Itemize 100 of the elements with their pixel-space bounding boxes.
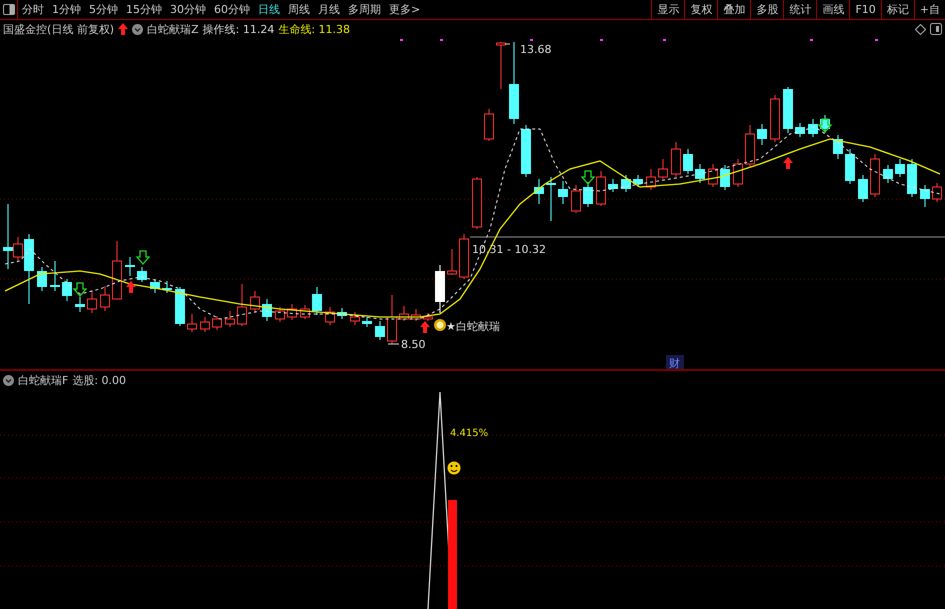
toolbar-button[interactable]: +自 xyxy=(914,0,945,19)
candlestick xyxy=(820,114,830,134)
candlestick xyxy=(757,124,767,146)
period-tab[interactable]: 60分钟 xyxy=(210,0,254,19)
candlestick xyxy=(200,316,210,332)
candlestick xyxy=(225,310,235,328)
candlestick xyxy=(62,278,72,302)
signal-label: ★白蛇献瑞 xyxy=(446,320,500,333)
candlestick xyxy=(484,108,494,142)
candlestick xyxy=(808,118,818,138)
candlestick xyxy=(733,158,743,188)
candlestick xyxy=(175,286,185,326)
candlestick xyxy=(521,124,531,178)
up-arrow-icon xyxy=(118,23,128,36)
candlestick xyxy=(671,142,681,178)
candlestick xyxy=(150,278,160,294)
indicator-name: 白蛇献瑞F xyxy=(18,373,68,388)
panel-toggle-icon[interactable] xyxy=(0,0,18,19)
period-tab[interactable]: 5分钟 xyxy=(85,0,122,19)
period-tab[interactable]: 多周期 xyxy=(344,0,385,19)
candlestick xyxy=(795,122,805,138)
toolbar-button[interactable]: F10 xyxy=(849,0,881,19)
candlestick xyxy=(87,290,97,314)
candlestick xyxy=(596,170,606,206)
candlestick xyxy=(325,306,335,326)
period-tab[interactable]: 30分钟 xyxy=(166,0,210,19)
smiley-icon xyxy=(448,462,460,474)
candlestick xyxy=(435,264,445,314)
low-price-label: 8.50 xyxy=(401,338,426,351)
toolbar-button[interactable]: 标记 xyxy=(880,0,914,19)
period-tab[interactable]: 月线 xyxy=(314,0,344,19)
dropdown-circle-icon[interactable] xyxy=(3,375,14,386)
candlestick xyxy=(683,148,693,174)
candlestick xyxy=(447,248,457,276)
candlestick xyxy=(783,86,793,134)
candlestick xyxy=(350,312,360,326)
period-tab[interactable]: 15分钟 xyxy=(122,0,166,19)
indicator-name: 白蛇献瑞Z xyxy=(147,22,199,37)
dropdown-circle-icon[interactable] xyxy=(132,24,144,35)
period-tab[interactable]: 日线 xyxy=(254,0,284,19)
high-price-label: 13.68 xyxy=(520,43,552,56)
candlestick xyxy=(250,290,260,312)
up-arrow-icon xyxy=(420,321,430,333)
candlestick xyxy=(472,176,482,230)
candlestick xyxy=(920,184,930,208)
indicator-value: 生命线: 11.38 xyxy=(278,22,350,37)
toolbar-button[interactable]: 多股 xyxy=(750,0,784,19)
candlestick xyxy=(387,294,397,344)
candlestick xyxy=(646,168,656,190)
period-tab[interactable]: 1分钟 xyxy=(48,0,85,19)
candlestick xyxy=(608,178,618,192)
down-arrow-icon xyxy=(72,282,88,297)
candlestick xyxy=(558,180,568,204)
candlestick xyxy=(658,158,668,180)
candlestick xyxy=(621,174,631,192)
candlestick xyxy=(399,306,409,322)
toolbar-button[interactable]: 统计 xyxy=(783,0,816,19)
candlestick xyxy=(845,148,855,184)
panel-toggle-icon[interactable] xyxy=(930,23,942,36)
down-arrow-icon xyxy=(818,118,832,133)
candlestick xyxy=(895,158,905,178)
candlestick xyxy=(695,164,705,184)
stock-title: 国盛金控(日线 前复权) xyxy=(3,22,114,37)
candlestick xyxy=(546,176,556,222)
toolbar-button[interactable]: 复权 xyxy=(684,0,718,19)
candlestick xyxy=(300,304,310,320)
candlestick xyxy=(745,124,755,168)
candlestick xyxy=(37,266,47,292)
candlestick xyxy=(833,134,843,160)
candlestick xyxy=(337,308,347,320)
finance-marker[interactable]: 财 xyxy=(666,355,684,369)
candlestick xyxy=(907,158,917,198)
candlestick xyxy=(100,286,110,312)
candlestick xyxy=(770,94,780,142)
percent-label: 4.415% xyxy=(450,428,488,439)
candlestick xyxy=(50,260,60,292)
period-tab[interactable]: 更多> xyxy=(385,0,424,19)
candlestick xyxy=(459,234,469,280)
diamond-icon[interactable] xyxy=(915,24,926,35)
toolbar-button[interactable]: 画线 xyxy=(816,0,850,19)
candlestick xyxy=(125,256,135,276)
candlestick xyxy=(262,298,272,322)
candlestick xyxy=(237,284,247,326)
period-tab[interactable]: 周线 xyxy=(284,0,314,19)
toolbar-button[interactable]: 叠加 xyxy=(717,0,750,19)
candlestick xyxy=(212,316,222,330)
candlestick xyxy=(708,164,718,188)
candlestick xyxy=(720,164,730,190)
toolbar-button[interactable]: 显示 xyxy=(651,0,684,19)
period-tab[interactable]: 分时 xyxy=(18,0,48,19)
candlestick xyxy=(287,304,297,320)
indicator-value: 选股: 0.00 xyxy=(72,373,126,388)
indicator-value: 操作线: 11.24 xyxy=(202,22,274,37)
candlestick xyxy=(375,320,385,340)
candlestick xyxy=(362,316,372,328)
candlestick xyxy=(583,182,593,208)
candlestick xyxy=(187,314,197,332)
candlestick xyxy=(75,296,85,312)
candlestick xyxy=(162,280,172,294)
candlestick xyxy=(496,42,506,90)
